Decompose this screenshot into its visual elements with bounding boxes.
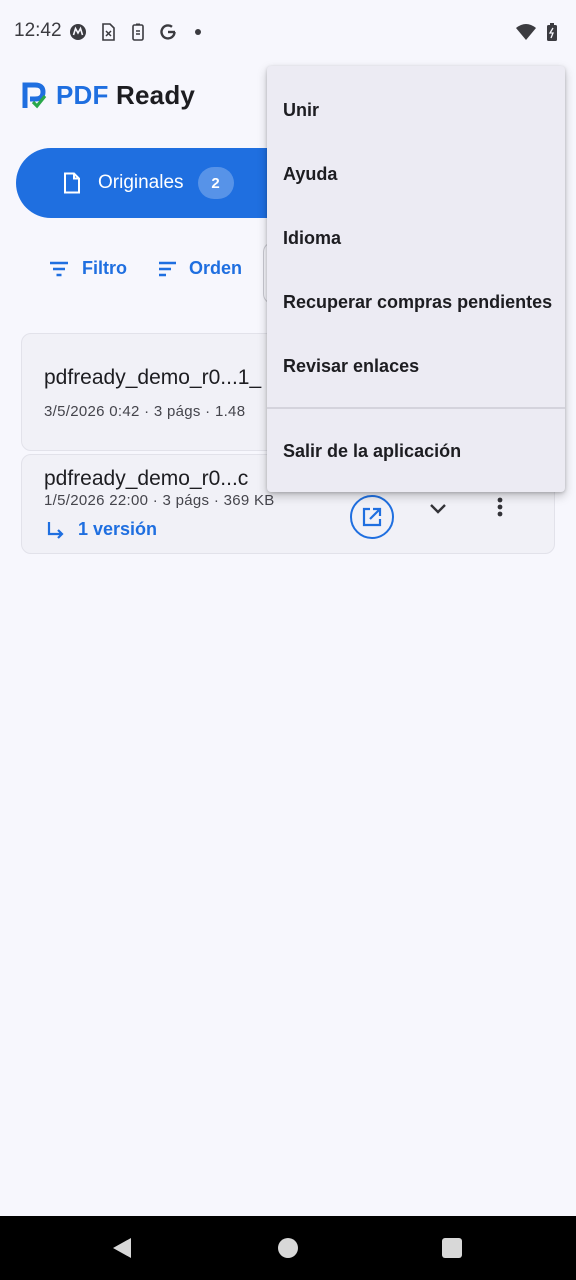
navigation-bar <box>0 1216 576 1280</box>
menu-item-ayuda[interactable]: Ayuda <box>267 142 565 206</box>
tab-originales-count-badge: 2 <box>197 167 234 199</box>
filter-label: Filtro <box>82 258 127 278</box>
logo-icon <box>22 82 47 108</box>
versions-link[interactable]: 1 versión <box>46 519 157 540</box>
sort-icon <box>159 261 176 276</box>
open-in-new-icon <box>362 507 382 527</box>
file-name: pdfready_demo_r0...c <box>44 467 249 490</box>
chevron-down-icon <box>430 504 446 514</box>
screen: 12:42 PDF Ready Originales 2 Filtro Orde… <box>0 0 576 1280</box>
status-icons-left <box>68 22 208 42</box>
home-icon[interactable] <box>278 1238 298 1258</box>
more-vert-icon <box>497 497 503 517</box>
tab-originales-label: Originales <box>98 172 184 193</box>
sort-label: Orden <box>189 258 243 278</box>
dot-icon <box>188 22 208 42</box>
more-options-button[interactable] <box>488 493 512 521</box>
file-meta: 1/5/2026 22:00 · 3 págs · 369 KB <box>44 492 275 509</box>
menu-item-unir[interactable]: Unir <box>267 78 565 142</box>
app-title: PDF Ready <box>56 80 195 111</box>
sim-card-icon <box>98 22 118 42</box>
expand-button[interactable] <box>424 495 452 523</box>
app-title-ready: Ready <box>116 80 196 110</box>
back-icon[interactable] <box>111 1236 133 1260</box>
menu-item-idioma[interactable]: Idioma <box>267 206 565 270</box>
motorola-icon <box>68 22 88 42</box>
filter-button[interactable]: Filtro <box>48 258 127 279</box>
app-title-pdf: PDF <box>56 80 109 110</box>
menu-item-revisar-enlaces[interactable]: Revisar enlaces <box>267 334 565 398</box>
overflow-menu: Unir Ayuda Idioma Recuperar compras pend… <box>267 66 565 492</box>
menu-item-salir[interactable]: Salir de la aplicación <box>267 419 565 483</box>
document-icon <box>64 172 80 194</box>
battery-saver-icon <box>128 22 148 42</box>
action-row: Filtro Orden <box>48 258 242 279</box>
versions-label: 1 versión <box>78 519 158 539</box>
sort-button[interactable]: Orden <box>157 258 242 279</box>
app-logo: PDF Ready <box>22 80 195 111</box>
menu-divider <box>267 407 565 409</box>
wifi-icon <box>516 22 536 42</box>
menu-item-recuperar-compras[interactable]: Recuperar compras pendientes <box>267 270 565 334</box>
open-external-button[interactable] <box>350 495 394 539</box>
battery-icon <box>542 22 562 42</box>
google-icon <box>158 22 178 42</box>
status-bar: 12:42 <box>0 0 576 64</box>
subdirectory-arrow-icon <box>47 521 64 539</box>
status-icons-right <box>516 22 562 42</box>
filter-icon <box>50 261 68 276</box>
file-name: pdfready_demo_r0...1_ <box>44 366 262 389</box>
recents-icon[interactable] <box>442 1238 462 1258</box>
status-time: 12:42 <box>14 20 62 41</box>
file-meta: 3/5/2026 0:42 · 3 págs · 1.48 <box>44 403 246 420</box>
